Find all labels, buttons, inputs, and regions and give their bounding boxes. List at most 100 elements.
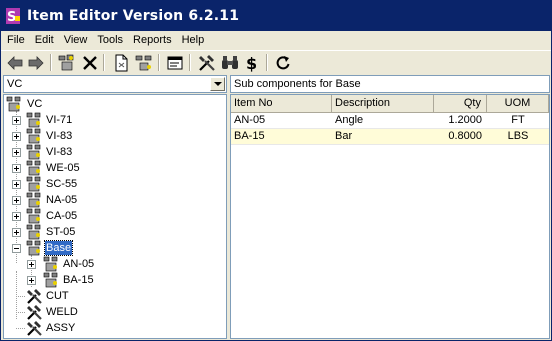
tree-node-label: VC xyxy=(27,98,43,110)
tools-button[interactable] xyxy=(197,53,217,73)
tree-node-operation[interactable]: WELD xyxy=(4,304,224,320)
column-header-uom[interactable]: UOM xyxy=(487,95,549,113)
tree-node-child[interactable]: AN-05 xyxy=(4,256,224,272)
tree-node[interactable]: NA-05 xyxy=(4,192,224,208)
window-title: Item Editor Version 6.2.11 xyxy=(27,8,240,24)
item-editor-window: S Item Editor Version 6.2.11 File Edit V… xyxy=(0,0,552,341)
menu-view[interactable]: View xyxy=(59,32,93,48)
new-document-icon xyxy=(115,54,128,72)
collapse-toggle-icon[interactable] xyxy=(12,244,21,253)
tree-root-select-value: VC xyxy=(7,78,23,90)
cost-button[interactable]: $ xyxy=(242,53,262,73)
new-assembly-icon xyxy=(58,54,74,71)
assembly-icon xyxy=(26,240,41,256)
toolbar-separator xyxy=(103,54,105,71)
tree-node[interactable]: CA-05 xyxy=(4,208,224,224)
toolbar-separator xyxy=(189,54,191,71)
back-button[interactable] xyxy=(5,53,25,73)
component-tree[interactable]: VC VI-71 VI-83 VI-83 WE-05 SC-55 NA-05 CA-05 ST… xyxy=(3,94,227,339)
tree-node-label: SC-55 xyxy=(46,178,78,190)
cell-uom: LBS xyxy=(487,129,549,145)
tree-node-operation[interactable]: CUT xyxy=(4,288,224,304)
tree-connector xyxy=(16,312,25,313)
expand-toggle-icon[interactable] xyxy=(27,260,36,269)
table-row-selected[interactable]: BA-15 Bar 0.8000 LBS xyxy=(231,129,549,145)
tree-node-label: VI-83 xyxy=(46,146,73,158)
expand-toggle-icon[interactable] xyxy=(12,180,21,189)
tree-root-select[interactable]: VC xyxy=(3,75,227,93)
cell-description: Angle xyxy=(332,113,434,129)
delete-x-icon xyxy=(83,56,97,70)
tree-node-operation[interactable]: ASSY xyxy=(4,320,224,336)
menu-file[interactable]: File xyxy=(1,32,30,48)
toolbar: $ xyxy=(1,50,551,73)
expand-toggle-icon[interactable] xyxy=(12,212,21,221)
operation-tools-icon xyxy=(27,289,42,304)
assembly-icon xyxy=(43,256,58,272)
tree-node[interactable]: VI-71 xyxy=(4,112,224,128)
delete-button[interactable] xyxy=(80,53,100,73)
forward-button[interactable] xyxy=(26,53,46,73)
column-header-qty[interactable]: Qty xyxy=(434,95,487,113)
table-row[interactable]: AN-05 Angle 1.2000 FT xyxy=(231,113,549,129)
tree-node-label: Base xyxy=(43,240,74,256)
tree-node-label: NA-05 xyxy=(46,194,78,206)
subcomponents-header: Sub components for Base xyxy=(230,75,550,93)
expand-toggle-icon[interactable] xyxy=(12,116,21,125)
tree-node[interactable]: VI-83 xyxy=(4,144,224,160)
expand-toggle-icon[interactable] xyxy=(12,148,21,157)
tree-connector xyxy=(16,296,25,297)
new-document-button[interactable] xyxy=(111,53,131,73)
new-assembly-button[interactable] xyxy=(57,53,77,73)
refresh-button[interactable] xyxy=(273,53,293,73)
tree-node-label: VI-83 xyxy=(46,130,73,142)
menu-tools[interactable]: Tools xyxy=(92,32,128,48)
tree-node[interactable]: VI-83 xyxy=(4,128,224,144)
expand-toggle-icon[interactable] xyxy=(27,276,36,285)
cell-qty: 0.8000 xyxy=(434,129,487,145)
app-logo-icon: S xyxy=(6,8,20,25)
tree-node-label: AN-05 xyxy=(63,258,95,270)
tree-node-label: ST-05 xyxy=(46,226,76,238)
expand-toggle-icon[interactable] xyxy=(12,228,21,237)
cell-item-no: BA-15 xyxy=(231,129,332,145)
operation-tools-icon xyxy=(27,321,42,336)
tree-node[interactable]: WE-05 xyxy=(4,160,224,176)
menu-bar: File Edit View Tools Reports Help xyxy=(1,31,551,49)
find-button[interactable] xyxy=(220,53,240,73)
column-header-description[interactable]: Description xyxy=(332,95,434,113)
forward-arrow-icon xyxy=(28,56,44,70)
expand-toggle-icon[interactable] xyxy=(12,196,21,205)
expand-toggle-icon[interactable] xyxy=(12,164,21,173)
expand-toggle-icon[interactable] xyxy=(12,132,21,141)
assembly-icon xyxy=(26,160,41,176)
tree-node-label: ASSY xyxy=(46,322,76,334)
menu-edit[interactable]: Edit xyxy=(30,32,59,48)
subcomponents-grid[interactable]: Item No Description Qty UOM AN-05 Angle … xyxy=(230,94,550,339)
assembly-tree-button[interactable] xyxy=(134,53,154,73)
tree-node[interactable]: ST-05 xyxy=(4,224,224,240)
tree-node-child[interactable]: BA-15 xyxy=(4,272,224,288)
tools-icon xyxy=(199,55,215,71)
grid-header: Item No Description Qty UOM xyxy=(231,95,549,113)
tree-node[interactable]: SC-55 xyxy=(4,176,224,192)
tree-node-label: VI-71 xyxy=(46,114,73,126)
dropdown-button[interactable] xyxy=(210,77,225,91)
refresh-icon xyxy=(276,56,290,70)
cell-qty: 1.2000 xyxy=(434,113,487,129)
tree-node-label: WELD xyxy=(46,306,78,318)
menu-reports[interactable]: Reports xyxy=(128,32,177,48)
assembly-icon xyxy=(26,208,41,224)
cell-description: Bar xyxy=(332,129,434,145)
menu-help[interactable]: Help xyxy=(177,32,210,48)
column-header-item-no[interactable]: Item No xyxy=(231,95,332,113)
tree-node-root[interactable]: VC xyxy=(4,96,224,112)
properties-button[interactable] xyxy=(165,53,185,73)
tree-node-selected[interactable]: Base xyxy=(4,240,224,256)
title-bar[interactable]: S Item Editor Version 6.2.11 xyxy=(1,1,551,31)
assembly-tree-icon xyxy=(135,55,152,71)
operation-tools-icon xyxy=(27,305,42,320)
tree-node-label: CUT xyxy=(46,290,69,302)
assembly-icon xyxy=(26,144,41,160)
assembly-icon xyxy=(26,192,41,208)
